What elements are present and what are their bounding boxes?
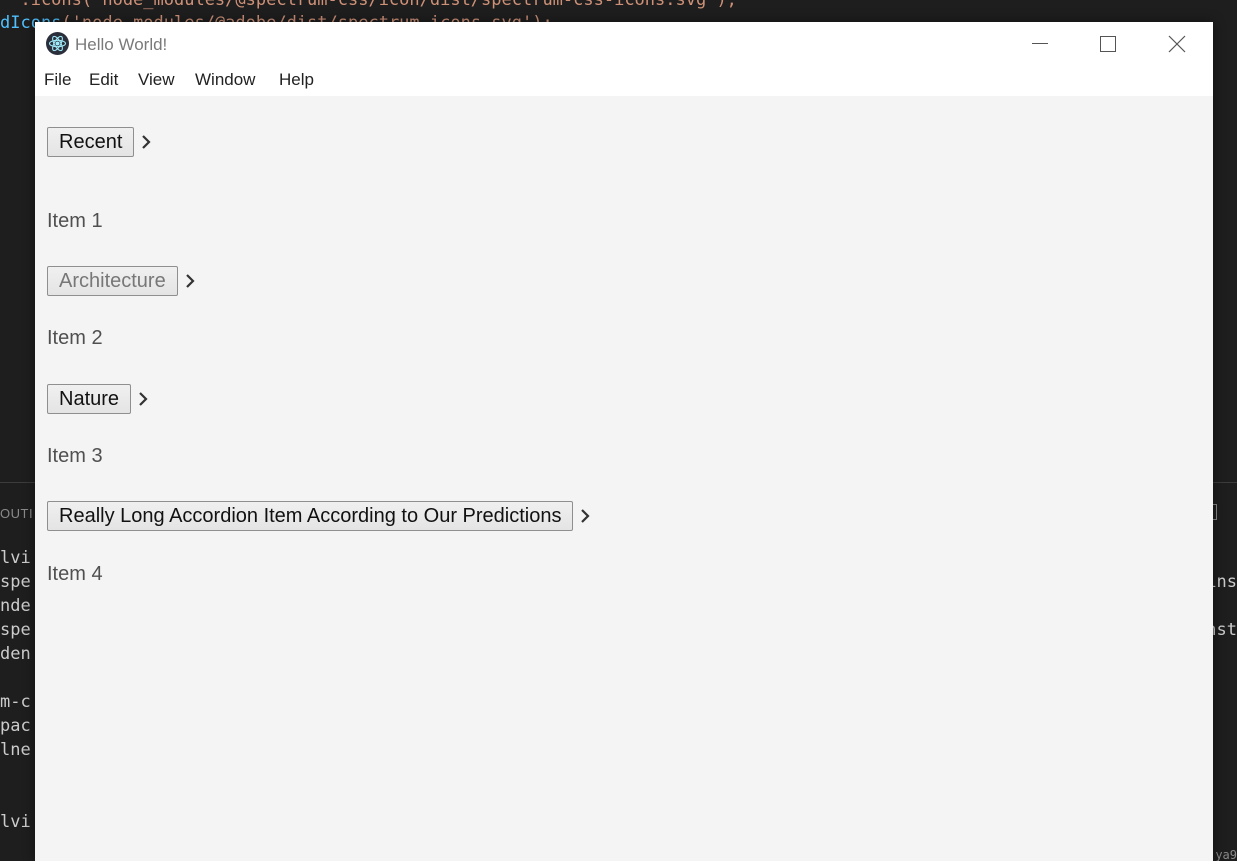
chevron-right-icon[interactable] [137, 391, 149, 407]
terminal-line: pac [0, 716, 31, 736]
close-icon [1168, 35, 1186, 53]
accordion-content: Item 1 [47, 210, 103, 232]
accordion-header-recent[interactable]: Recent [47, 126, 152, 158]
menu-edit[interactable]: Edit [88, 70, 119, 90]
accordion-content: Item 2 [47, 327, 103, 349]
terminal-line: nde [0, 596, 31, 616]
terminal-line: spe [0, 620, 31, 640]
menu-view[interactable]: View [137, 70, 176, 90]
maximize-icon [1100, 36, 1116, 52]
chevron-right-icon[interactable] [140, 134, 152, 150]
menu-window[interactable]: Window [194, 70, 256, 90]
chevron-right-icon[interactable] [184, 273, 196, 289]
terminal-line: spe [0, 572, 31, 592]
accordion-toggle-button[interactable]: Architecture [47, 266, 178, 296]
maximize-button[interactable] [1072, 22, 1142, 66]
chevron-right-icon[interactable] [579, 508, 591, 524]
minimize-button[interactable] [1005, 22, 1075, 66]
accordion-header-architecture[interactable]: Architecture [47, 265, 196, 297]
menu-file[interactable]: File [43, 70, 72, 90]
menu-help[interactable]: Help [278, 70, 315, 90]
close-button[interactable] [1142, 22, 1212, 66]
status-text: ya9 [1215, 848, 1237, 861]
title-bar[interactable]: Hello World! [35, 22, 1213, 66]
accordion-toggle-button[interactable]: Nature [47, 384, 132, 414]
accordion-content: Item 4 [47, 563, 103, 585]
terminal-line: m-c [0, 692, 31, 712]
output-panel-label[interactable]: OUTI [0, 506, 33, 521]
accordion-header-long[interactable]: Really Long Accordion Item According to … [47, 500, 591, 532]
app-window: Hello World! File Edit View Window Help … [35, 22, 1213, 861]
terminal-line: lvi [0, 812, 31, 832]
accordion-content: Item 3 [47, 445, 103, 467]
accordion-toggle-button[interactable]: Recent [47, 127, 135, 157]
terminal-line: lne [0, 740, 31, 760]
minimize-icon [1032, 43, 1048, 44]
accordion-header-nature[interactable]: Nature [47, 383, 149, 415]
terminal-line: den [0, 644, 31, 664]
electron-app-icon [46, 32, 69, 55]
accordion: Recent Item 1 Architecture Item 2 Nature… [35, 96, 1213, 861]
menu-bar: File Edit View Window Help [35, 66, 1213, 96]
window-title: Hello World! [75, 35, 168, 54]
terminal-line: lvi [0, 548, 31, 568]
accordion-toggle-button[interactable]: Really Long Accordion Item According to … [47, 501, 574, 531]
